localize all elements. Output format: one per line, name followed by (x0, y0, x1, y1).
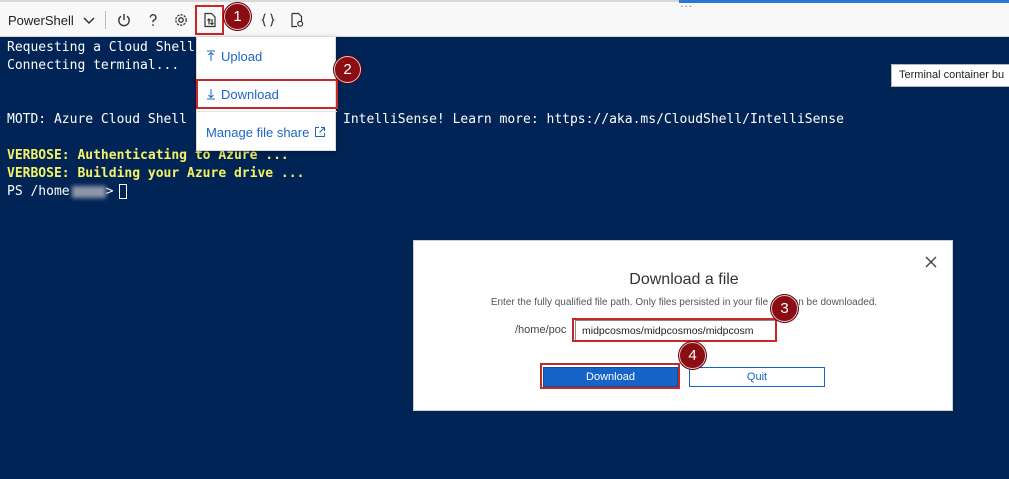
menu-divider (197, 111, 337, 112)
terminal-prompt: PS /home > (7, 184, 128, 199)
close-icon[interactable] (924, 255, 938, 269)
power-icon[interactable] (114, 10, 134, 30)
chevron-down-icon (83, 17, 95, 25)
help-icon[interactable] (143, 10, 163, 30)
callout-marker-3: 3 (771, 295, 798, 322)
braces-icon[interactable] (258, 10, 278, 30)
terminal-line-connecting: Connecting terminal... (7, 58, 180, 73)
toolbar: ... PowerShell (0, 0, 1009, 37)
path-prefix-label: /home/poc (515, 324, 567, 336)
menu-item-upload[interactable]: Upload (197, 42, 337, 70)
menu-item-manage-label: Manage file share (206, 124, 310, 140)
terminal-cursor (119, 184, 128, 199)
dialog-description: Enter the fully qualified file path. Onl… (490, 297, 878, 308)
quit-button[interactable]: Quit (689, 367, 825, 387)
external-link-icon (315, 127, 326, 137)
callout-marker-2: 2 (334, 56, 361, 83)
terminal-container-tooltip: Terminal container bu (891, 64, 1009, 87)
file-path-input[interactable] (575, 320, 776, 342)
terminal-line-motd-prefix: MOTD: Azure Cloud Shell now (7, 112, 219, 127)
download-arrow-icon (207, 89, 215, 100)
resize-grip[interactable]: ... (680, 0, 693, 10)
menu-item-upload-label: Upload (221, 48, 263, 64)
upload-download-menu: Upload Download Manage file share (196, 36, 338, 151)
shell-selector-label: PowerShell (8, 12, 74, 28)
settings-icon[interactable] (171, 10, 191, 30)
shell-selector[interactable]: PowerShell (8, 10, 96, 30)
dialog-title: Download a file (629, 271, 739, 288)
menu-item-manage-file-share[interactable]: Manage file share (197, 118, 337, 146)
terminal-line-request: Requesting a Cloud Shell.Su (7, 40, 218, 55)
terminal-line-verbose-drive: VERBOSE: Building your Azure drive ... (7, 166, 305, 181)
toolbar-separator (105, 11, 106, 29)
download-file-dialog: Download a file Enter the fully qualifie… (413, 240, 953, 411)
download-button[interactable]: Download (543, 367, 678, 387)
redacted-username (71, 185, 106, 198)
toolbar-accent-line (679, 0, 1009, 3)
terminal-line-motd-suffix: IntelliSense! Learn more: https://aka.ms… (343, 112, 844, 127)
web-preview-icon[interactable] (287, 10, 307, 30)
menu-item-download[interactable]: Download (196, 79, 338, 109)
menu-item-download-label: Download (221, 86, 279, 102)
upload-download-highlight (195, 5, 224, 35)
upload-arrow-icon (207, 50, 215, 61)
callout-marker-4: 4 (679, 342, 706, 369)
callout-marker-1: 1 (224, 3, 251, 30)
